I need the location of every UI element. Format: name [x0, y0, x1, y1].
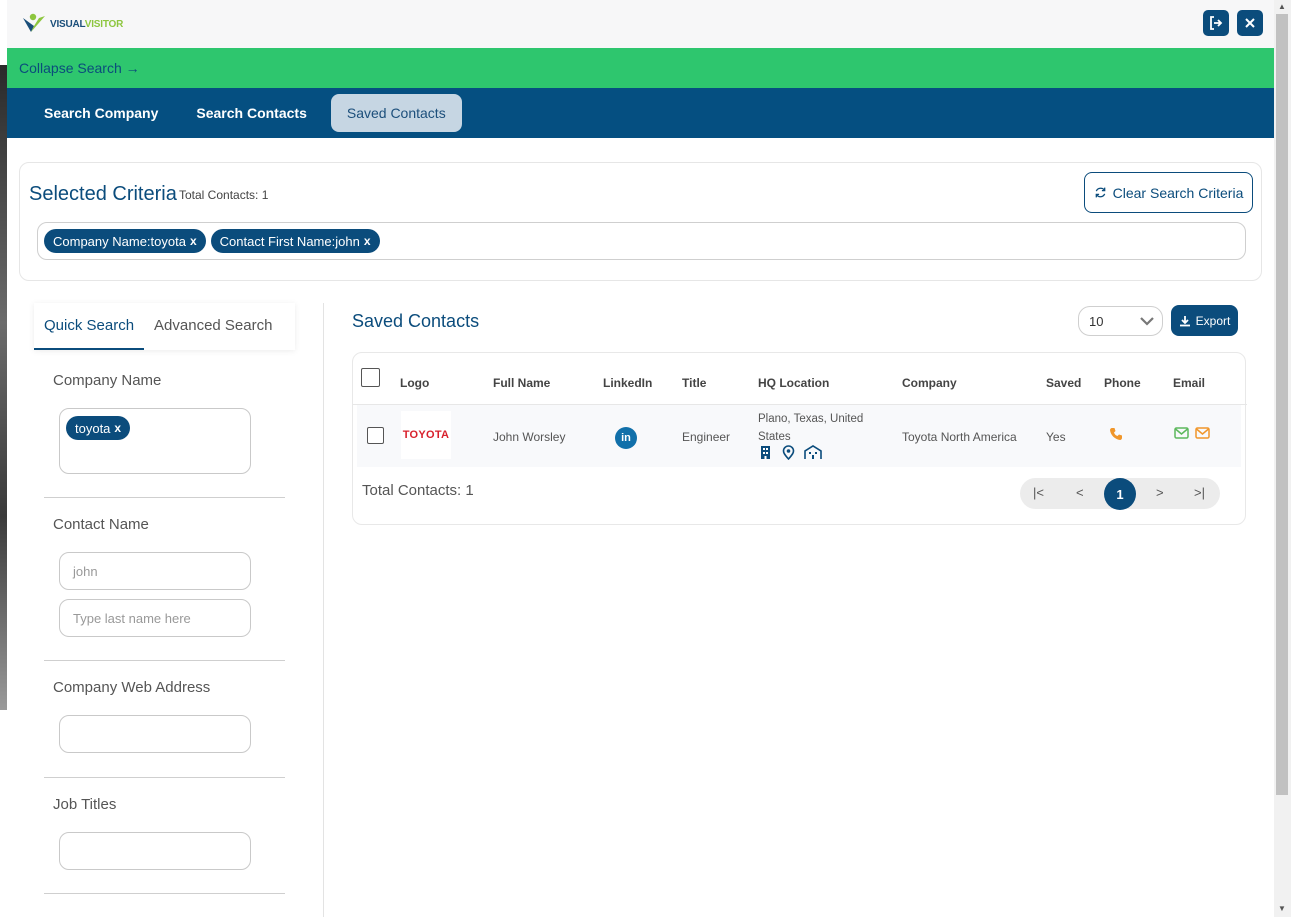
prev-page-button[interactable]: <: [1076, 485, 1084, 500]
contacts-table: Logo Full Name LinkedIn Title HQ Locatio…: [352, 352, 1247, 525]
export-button[interactable]: Export: [1171, 305, 1238, 336]
criteria-total: Total Contacts: 1: [179, 188, 269, 202]
logout-button[interactable]: [1203, 10, 1229, 36]
linkedin-icon[interactable]: in: [615, 427, 637, 449]
top-bar: VISUALVISITOR: [7, 0, 1274, 48]
page-1-button[interactable]: 1: [1104, 478, 1136, 510]
tab-search-company[interactable]: Search Company: [30, 94, 172, 132]
company-name-field[interactable]: toyota x: [59, 408, 251, 474]
sidebar-divider: [323, 303, 324, 917]
column-header: HQ Location: [758, 376, 830, 390]
background-strip: [0, 65, 7, 710]
chip-remove-icon[interactable]: x: [190, 234, 197, 248]
building-icon[interactable]: [758, 445, 773, 460]
criteria-chips: Company Name:toyota x Contact First Name:…: [37, 222, 1246, 260]
tab-search-contacts[interactable]: Search Contacts: [182, 94, 320, 132]
per-page-value: 10: [1089, 313, 1104, 329]
main-nav: Search Company Search Contacts Saved Con…: [7, 88, 1274, 138]
search-mode-tabs: Quick Search Advanced Search: [34, 303, 295, 350]
web-address-input[interactable]: [59, 715, 251, 753]
column-header: LinkedIn: [603, 376, 653, 390]
column-header: Full Name: [493, 376, 551, 390]
divider: [44, 497, 285, 498]
total-contacts: Total Contacts: 1: [362, 482, 474, 499]
close-icon: [1245, 18, 1255, 28]
visualvisitor-panel: VISUALVISITOR Collapse Search → Search C…: [7, 0, 1274, 917]
company-name-label: Company Name: [53, 372, 162, 389]
refresh-icon: [1095, 187, 1105, 198]
divider: [44, 777, 285, 778]
chip-remove-icon[interactable]: x: [114, 421, 121, 435]
location-icons: [758, 445, 822, 460]
logo: VISUALVISITOR: [21, 12, 123, 36]
selected-criteria-card: Selected Criteria Total Contacts: 1 Clea…: [19, 162, 1262, 281]
next-page-button[interactable]: >: [1156, 485, 1164, 500]
chip-label: Contact First Name:john: [219, 233, 360, 249]
collapse-search-link[interactable]: Collapse Search →: [19, 60, 140, 76]
logo-text: TOYOTA: [402, 429, 450, 441]
logo-mark-icon: [23, 13, 45, 32]
download-icon: [1179, 315, 1190, 326]
quick-search-sidebar: Quick Search Advanced Search Company Nam…: [34, 303, 324, 917]
job-titles-label: Job Titles: [53, 796, 117, 813]
tab-advanced-search[interactable]: Advanced Search: [144, 303, 282, 350]
saved-cell: Yes: [1046, 430, 1066, 444]
column-header: Email: [1173, 376, 1206, 390]
last-page-button[interactable]: >|: [1194, 485, 1205, 500]
saved-contacts-title: Saved Contacts: [352, 311, 480, 331]
pagination: |< < 1 > >|: [1020, 478, 1220, 510]
company-cell: Toyota North America: [902, 430, 1017, 444]
last-name-input[interactable]: Type last name here: [59, 599, 251, 637]
column-header: Phone: [1104, 376, 1141, 390]
job-titles-input[interactable]: [59, 832, 251, 870]
first-name-value: john: [73, 563, 98, 579]
email-icon[interactable]: [1195, 427, 1210, 439]
criteria-title: Selected Criteria: [29, 183, 177, 205]
scrollbar[interactable]: ▲ ▼: [1274, 0, 1291, 917]
company-chip: toyota x: [66, 416, 131, 440]
last-name-placeholder: Type last name here: [73, 610, 191, 626]
web-address-label: Company Web Address: [53, 679, 211, 696]
criteria-chip: Company Name:toyota x: [44, 229, 206, 253]
chevron-down-icon: [1140, 317, 1154, 326]
divider: [44, 893, 285, 894]
full-name: John Worsley: [493, 430, 566, 444]
clear-search-criteria-button[interactable]: Clear Search Criteria: [1084, 172, 1253, 213]
title-cell: Engineer: [682, 430, 731, 444]
tab-quick-search[interactable]: Quick Search: [34, 303, 145, 350]
first-page-button[interactable]: |<: [1033, 485, 1044, 500]
scroll-down-icon[interactable]: ▼: [1278, 904, 1286, 913]
column-header: Company: [902, 376, 957, 390]
logo-text: VISUALVISITOR: [50, 18, 124, 30]
table-row: TOYOTA John Worsley in Engineer Plano, T…: [357, 405, 1241, 467]
export-label: Export: [1195, 313, 1231, 328]
first-name-input[interactable]: john: [59, 552, 251, 590]
tab-saved-contacts[interactable]: Saved Contacts: [330, 94, 462, 132]
column-header: Saved: [1046, 376, 1082, 390]
column-header: Title: [682, 376, 707, 390]
close-button[interactable]: [1237, 10, 1263, 36]
criteria-chip: Contact First Name:john x: [210, 229, 380, 253]
office-building-icon[interactable]: [804, 445, 822, 460]
select-all-checkbox[interactable]: [361, 368, 380, 387]
chip-label: Company Name:toyota: [53, 233, 186, 249]
map-pin-icon[interactable]: [781, 445, 796, 460]
per-page-select[interactable]: 10: [1078, 306, 1163, 336]
scroll-thumb[interactable]: [1276, 14, 1288, 795]
column-header: Logo: [400, 376, 430, 390]
chip-label: toyota: [75, 420, 111, 436]
logout-icon: [1210, 16, 1223, 30]
hq-location: Plano, Texas, United States: [758, 413, 864, 443]
scroll-up-icon[interactable]: ▲: [1278, 2, 1286, 11]
row-checkbox[interactable]: [367, 427, 384, 444]
company-logo: TOYOTA: [401, 411, 451, 459]
phone-icon[interactable]: [1109, 427, 1123, 441]
clear-search-criteria-label: Clear Search Criteria: [1112, 184, 1244, 201]
email-verified-icon[interactable]: [1174, 427, 1189, 439]
chip-remove-icon[interactable]: x: [364, 234, 371, 248]
collapse-bar: Collapse Search →: [7, 48, 1274, 88]
divider: [44, 660, 285, 661]
contact-name-label: Contact Name: [53, 516, 149, 533]
